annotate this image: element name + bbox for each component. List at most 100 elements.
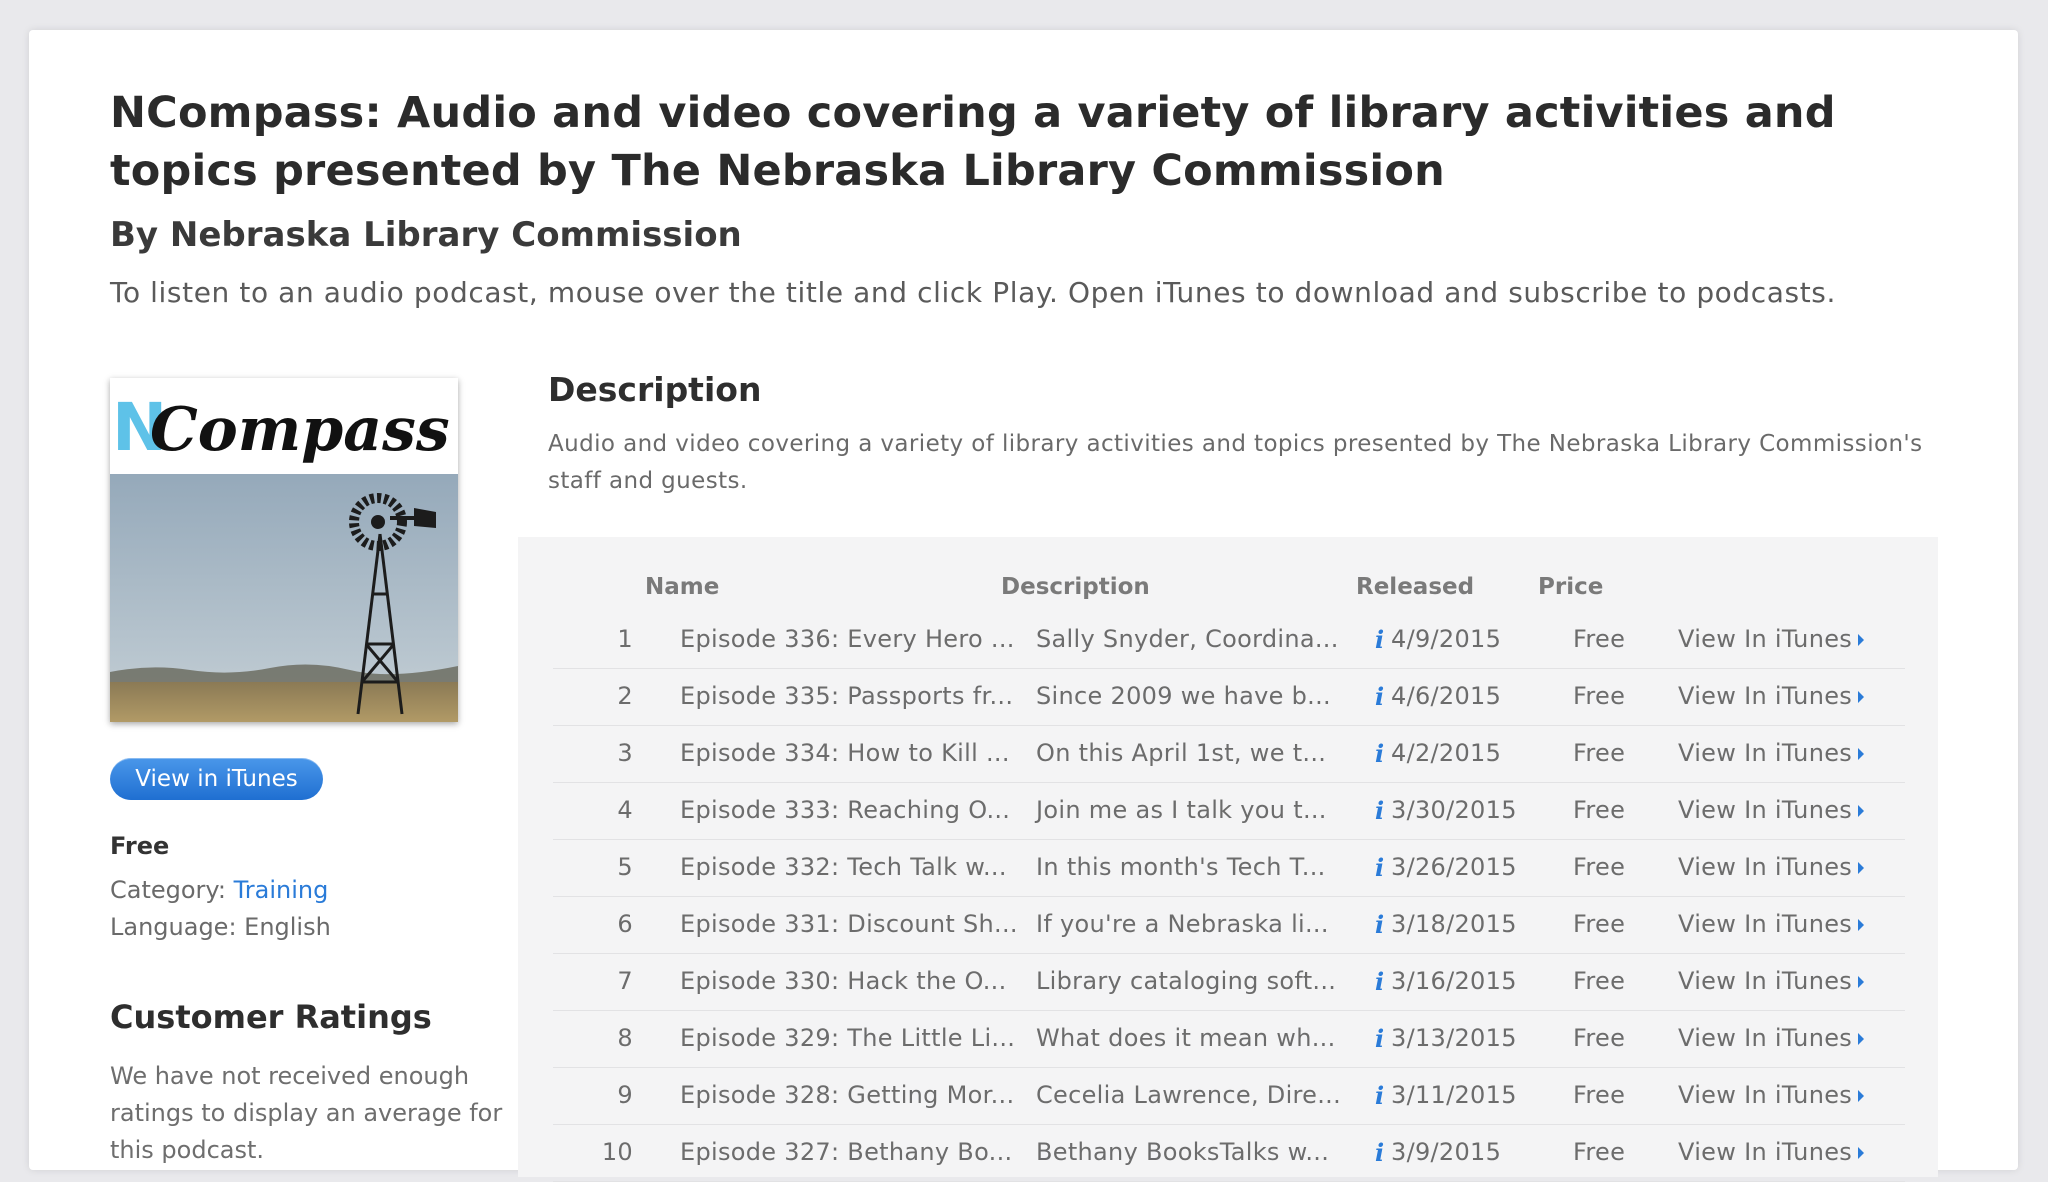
episode-price: Free (1573, 1081, 1626, 1109)
info-icon[interactable]: i (1375, 853, 1384, 882)
info-icon[interactable]: i (1375, 796, 1384, 825)
episode-release-date: 3/26/2015 (1391, 853, 1517, 881)
category-link[interactable]: Training (234, 876, 329, 904)
view-in-itunes-link-label: View In iTunes (1678, 625, 1853, 653)
view-in-itunes-button[interactable]: View in iTunes (110, 758, 323, 800)
episode-price: Free (1573, 682, 1626, 710)
table-row[interactable]: 4 Episode 333: Reaching O... Join me as I … (553, 782, 1905, 840)
chevron-right-icon (1858, 805, 1865, 817)
episode-release-date: 4/9/2015 (1391, 625, 1502, 653)
episode-number: 1 (617, 625, 633, 653)
view-in-itunes-link-label: View In iTunes (1678, 967, 1853, 995)
info-icon[interactable]: i (1375, 682, 1384, 711)
podcast-artwork: N Compass (110, 378, 458, 722)
info-icon[interactable]: i (1375, 1138, 1384, 1167)
category-label: Category: (110, 876, 234, 904)
column-header-released[interactable]: Released (1356, 574, 1474, 600)
episode-description: If you're a Nebraska li... (1036, 910, 1329, 938)
ncompass-logo: N Compass (112, 389, 450, 466)
table-row[interactable]: 5 Episode 332: Tech Talk w... In this mont… (553, 839, 1905, 897)
episode-name[interactable]: Episode 328: Getting Mor... (680, 1081, 1014, 1109)
episode-number: 5 (617, 853, 633, 881)
episode-release-date: 4/2/2015 (1391, 739, 1502, 767)
column-header-price[interactable]: Price (1538, 574, 1603, 600)
table-row[interactable]: 2 Episode 335: Passports fr... Since 2009 … (553, 668, 1905, 726)
chevron-right-icon (1858, 634, 1865, 646)
episode-name[interactable]: Episode 327: Bethany Bo... (680, 1138, 1012, 1166)
view-in-itunes-link[interactable]: View In iTunes (1678, 910, 1865, 938)
view-in-itunes-link-label: View In iTunes (1678, 1138, 1853, 1166)
episode-description: Join me as I talk you t... (1036, 796, 1327, 824)
column-header-description[interactable]: Description (1001, 574, 1150, 600)
episode-name[interactable]: Episode 335: Passports fr... (680, 682, 1013, 710)
episode-price: Free (1573, 796, 1626, 824)
view-in-itunes-link[interactable]: View In iTunes (1678, 1138, 1865, 1166)
episode-number: 9 (617, 1081, 633, 1109)
episode-number: 4 (617, 796, 633, 824)
episode-name[interactable]: Episode 331: Discount Sh... (680, 910, 1018, 938)
language-value: English (244, 913, 331, 941)
episode-release-date: 4/6/2015 (1391, 682, 1502, 710)
episode-price: Free (1573, 853, 1626, 881)
chevron-right-icon (1858, 1090, 1865, 1102)
episode-release-date: 3/30/2015 (1391, 796, 1517, 824)
episode-description: Cecelia Lawrence, Dire... (1036, 1081, 1342, 1109)
info-icon[interactable]: i (1375, 967, 1384, 996)
episode-table: Name Description Released Price 1 Episode… (518, 537, 1938, 1182)
description-text: Audio and video covering a variety of li… (548, 431, 1923, 494)
episode-number: 7 (617, 967, 633, 995)
chevron-right-icon (1858, 1033, 1865, 1045)
episode-price: Free (1573, 1138, 1626, 1166)
view-in-itunes-link[interactable]: View In iTunes (1678, 739, 1865, 767)
view-in-itunes-link[interactable]: View In iTunes (1678, 853, 1865, 881)
view-in-itunes-link-label: View In iTunes (1678, 739, 1853, 767)
view-in-itunes-link[interactable]: View In iTunes (1678, 796, 1865, 824)
episode-name[interactable]: Episode 330: Hack the O... (680, 967, 1007, 995)
info-icon[interactable]: i (1375, 625, 1384, 654)
episode-number: 10 (601, 1138, 633, 1166)
episode-name[interactable]: Episode 332: Tech Talk w... (680, 853, 1007, 881)
view-in-itunes-link[interactable]: View In iTunes (1678, 1081, 1865, 1109)
episode-number: 2 (617, 682, 633, 710)
view-in-itunes-link[interactable]: View In iTunes (1678, 682, 1865, 710)
view-in-itunes-link[interactable]: View In iTunes (1678, 1024, 1865, 1052)
ratings-heading: Customer Ratings (110, 998, 432, 1036)
chevron-right-icon (1858, 748, 1865, 760)
chevron-right-icon (1858, 976, 1865, 988)
episode-name[interactable]: Episode 334: How to Kill ... (680, 739, 1010, 767)
info-icon[interactable]: i (1375, 1024, 1384, 1053)
view-in-itunes-link[interactable]: View In iTunes (1678, 625, 1865, 653)
episode-name[interactable]: Episode 333: Reaching O... (680, 796, 1010, 824)
episode-release-date: 3/16/2015 (1391, 967, 1517, 995)
episode-name[interactable]: Episode 336: Every Hero ... (680, 625, 1015, 653)
table-row[interactable]: 6 Episode 331: Discount Sh... If you're a … (553, 896, 1905, 954)
windmill-photo (110, 474, 458, 722)
episode-description: On this April 1st, we t... (1036, 739, 1327, 767)
info-icon[interactable]: i (1375, 910, 1384, 939)
view-in-itunes-link-label: View In iTunes (1678, 1024, 1853, 1052)
table-row[interactable]: 3 Episode 334: How to Kill ... On this Apr… (553, 725, 1905, 783)
table-row[interactable]: 9 Episode 328: Getting Mor... Cecelia Lawr… (553, 1067, 1905, 1125)
instructions-text: To listen to an audio podcast, mouse ove… (110, 276, 1836, 309)
view-in-itunes-link[interactable]: View In iTunes (1678, 967, 1865, 995)
ratings-text: We have not received enough ratings to d… (110, 1062, 503, 1164)
column-header-name[interactable]: Name (645, 574, 719, 600)
language-label: Language: (110, 913, 245, 941)
language-line: Language: English (110, 913, 331, 941)
episode-release-date: 3/13/2015 (1391, 1024, 1517, 1052)
table-row[interactable]: 10 Episode 327: Bethany Bo... Bethany Book… (553, 1124, 1905, 1182)
author-byline: By Nebraska Library Commission (110, 215, 742, 255)
episode-price: Free (1573, 625, 1626, 653)
episode-release-date: 3/9/2015 (1391, 1138, 1502, 1166)
view-in-itunes-link-label: View In iTunes (1678, 796, 1853, 824)
table-row[interactable]: 7 Episode 330: Hack the O... Library catal… (553, 953, 1905, 1011)
page-title: NCompass: Audio and video covering a var… (110, 88, 1836, 196)
episode-name[interactable]: Episode 329: The Little Li... (680, 1024, 1015, 1052)
table-row[interactable]: 1 Episode 336: Every Hero ... Sally Snyder… (553, 611, 1905, 669)
info-icon[interactable]: i (1375, 1081, 1384, 1110)
chevron-right-icon (1858, 919, 1865, 931)
info-icon[interactable]: i (1375, 739, 1384, 768)
episode-description: Library cataloging soft... (1036, 967, 1337, 995)
table-row[interactable]: 8 Episode 329: The Little Li... What does … (553, 1010, 1905, 1068)
chevron-right-icon (1858, 691, 1865, 703)
